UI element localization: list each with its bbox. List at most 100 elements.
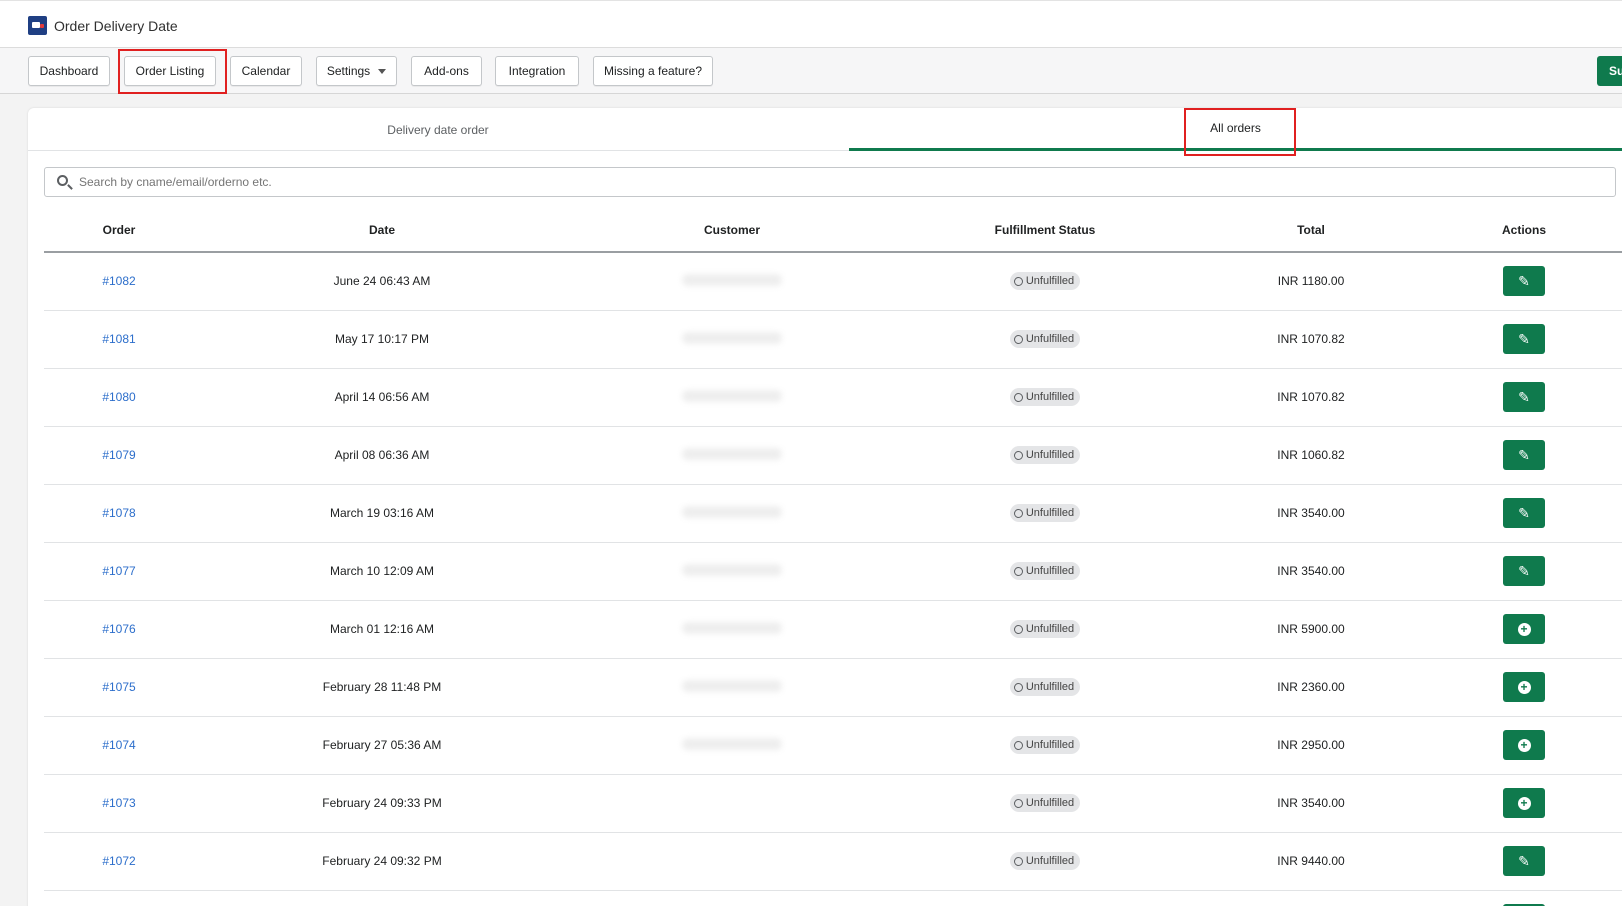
order-number-link[interactable]: #1081 [102,332,135,346]
table-row[interactable]: #1073 February 24 09:33 PM Unfulfilled I… [44,774,1622,833]
add-delivery-date-button[interactable]: + [1503,788,1545,818]
order-number-link[interactable]: #1082 [102,274,135,288]
customer-cell [570,716,894,775]
date-cell [194,890,570,906]
nav-calendar-button[interactable]: Calendar [230,56,302,86]
order-number-link[interactable]: #1077 [102,564,135,578]
column-header-status[interactable]: Fulfillment Status [894,209,1196,253]
nav-missing-feature-button[interactable]: Missing a feature? [593,56,713,86]
edit-order-button[interactable]: ✎ [1503,324,1545,354]
order-number-link[interactable]: #1072 [102,854,135,868]
table-row[interactable]: #1077 March 10 12:09 AM Unfulfilled INR … [44,542,1622,601]
edit-order-button[interactable]: ✎ [1503,498,1545,528]
circle-outline-icon [1013,392,1023,402]
edit-order-button[interactable]: ✎ [1503,266,1545,297]
column-header-order[interactable]: Order [44,209,194,253]
actions-cell: ✎ [1426,252,1622,311]
status-text: Unfulfilled [1025,565,1075,577]
total-cell: INR 9440.00 [1196,832,1426,891]
actions-cell: ✎ [1426,368,1622,427]
nav-bar: Dashboard Order Listing Calendar Setting… [0,48,1622,94]
pencil-icon: ✎ [1518,388,1530,405]
status-text: Unfulfilled [1025,449,1075,461]
circle-outline-icon [1013,450,1023,460]
edit-order-button[interactable]: ✎ [1503,382,1545,412]
total-cell: INR 1070.82 [1196,368,1426,427]
edit-order-button[interactable]: ✎ [1503,846,1545,876]
customer-name-redacted [682,331,782,344]
customer-cell [570,426,894,485]
primary-action-button[interactable]: Su [1597,56,1622,86]
add-delivery-date-button[interactable]: + [1503,730,1545,760]
table-row[interactable]: #1075 February 28 11:48 PM Unfulfilled I… [44,658,1622,717]
tab-bar: Delivery date order All orders [28,108,1622,151]
pencil-icon: ✎ [1518,272,1530,289]
column-header-date[interactable]: Date [194,209,570,253]
circle-outline-icon [1013,566,1023,576]
date-cell: March 01 12:16 AM [194,600,570,659]
table-row[interactable]: #1082 June 24 06:43 AM Unfulfilled INR 1… [44,252,1622,311]
table-row[interactable]: #1080 April 14 06:56 AM Unfulfilled INR … [44,368,1622,427]
actions-cell: ✎ [1426,426,1622,485]
total-cell [1196,890,1426,906]
customer-cell [570,658,894,717]
nav-dashboard-button[interactable]: Dashboard [28,56,110,86]
status-text: Unfulfilled [1025,623,1075,635]
total-cell: INR 3540.00 [1196,484,1426,543]
order-cell: #1079 [44,426,194,485]
order-number-link[interactable]: #1074 [102,738,135,752]
table-row[interactable]: #1072 February 24 09:32 PM Unfulfilled I… [44,832,1622,891]
table-row[interactable]: #1078 March 19 03:16 AM Unfulfilled INR … [44,484,1622,543]
order-number-link[interactable]: #1078 [102,506,135,520]
date-cell: May 17 10:17 PM [194,310,570,369]
edit-order-button[interactable]: ✎ [1503,440,1545,470]
order-cell: #1075 [44,658,194,717]
date-cell: February 24 09:33 PM [194,774,570,833]
nav-addons-button[interactable]: Add-ons [411,56,482,86]
date-cell: March 19 03:16 AM [194,484,570,543]
date-cell: June 24 06:43 AM [194,252,570,311]
tab-all-orders[interactable]: All orders [849,108,1622,151]
total-cell: INR 2950.00 [1196,716,1426,775]
add-delivery-date-button[interactable]: + [1503,614,1545,644]
nav-order-listing-button[interactable]: Order Listing [124,56,216,86]
nav-settings-button[interactable]: Settings [316,56,397,86]
customer-cell [570,252,894,311]
table-row[interactable]: ✎ [44,890,1622,906]
column-header-actions: Actions [1426,209,1622,253]
table-row[interactable]: #1081 May 17 10:17 PM Unfulfilled INR 10… [44,310,1622,369]
actions-cell: + [1426,600,1622,659]
total-cell: INR 1060.82 [1196,426,1426,485]
customer-cell [570,832,894,891]
date-cell: April 14 06:56 AM [194,368,570,427]
column-header-total[interactable]: Total [1196,209,1426,253]
status-text: Unfulfilled [1025,507,1075,519]
search-input[interactable] [79,168,1579,196]
status-text: Unfulfilled [1025,855,1075,867]
order-number-link[interactable]: #1080 [102,390,135,404]
order-number-link[interactable]: #1075 [102,680,135,694]
actions-cell: ✎ [1426,542,1622,601]
order-number-link[interactable]: #1079 [102,448,135,462]
table-row[interactable]: #1079 April 08 06:36 AM Unfulfilled INR … [44,426,1622,485]
column-header-customer[interactable]: Customer [570,209,894,253]
circle-outline-icon [1013,682,1023,692]
total-cell: INR 3540.00 [1196,542,1426,601]
customer-name-redacted [682,447,782,460]
nav-integration-button[interactable]: Integration [495,56,579,86]
tab-delivery-date-order[interactable]: Delivery date order [28,108,848,151]
order-cell: #1073 [44,774,194,833]
edit-order-button[interactable]: ✎ [1503,556,1545,586]
date-cell: February 27 05:36 AM [194,716,570,775]
order-number-link[interactable]: #1076 [102,622,135,636]
order-number-link[interactable]: #1073 [102,796,135,810]
status-cell: Unfulfilled [894,542,1196,601]
app-title: Order Delivery Date [54,18,178,34]
plus-circle-icon: + [1517,622,1531,636]
pencil-icon: ✎ [1518,330,1530,347]
plus-circle-icon: + [1517,796,1531,810]
table-row[interactable]: #1076 March 01 12:16 AM Unfulfilled INR … [44,600,1622,659]
add-delivery-date-button[interactable]: + [1503,672,1545,702]
customer-cell [570,368,894,427]
table-row[interactable]: #1074 February 27 05:36 AM Unfulfilled I… [44,716,1622,775]
